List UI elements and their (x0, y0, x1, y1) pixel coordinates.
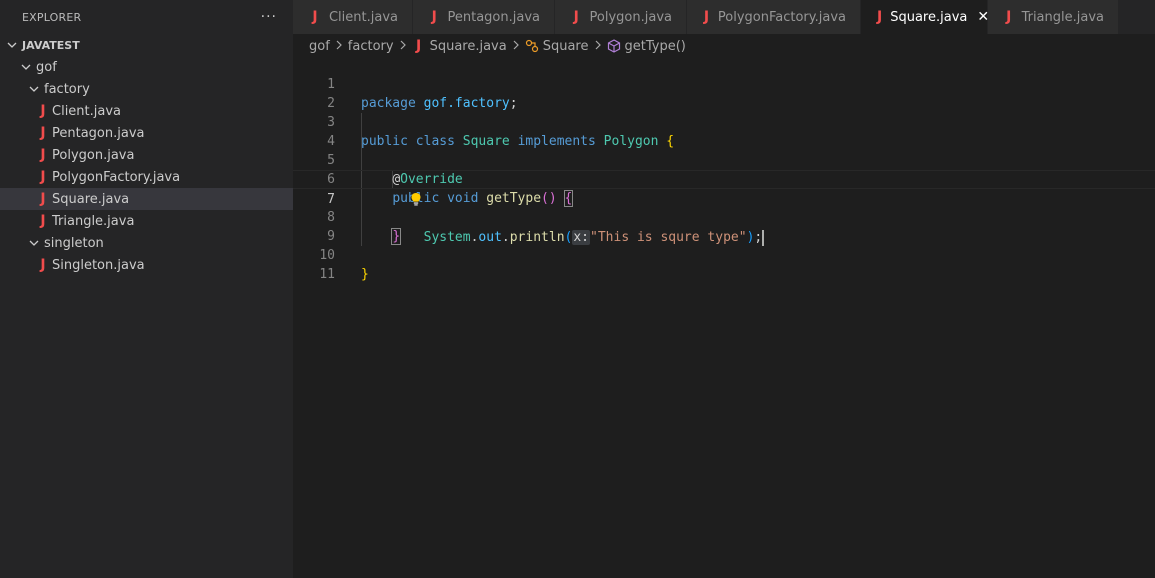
tab-label: Polygon.java (589, 9, 672, 25)
java-file-icon: J (703, 9, 710, 25)
file-label: Singleton.java (52, 257, 145, 273)
file-client[interactable]: J Client.java (0, 100, 293, 122)
java-file-icon: J (40, 103, 46, 119)
chevron-down-icon (28, 237, 40, 249)
file-polygonfactory[interactable]: J PolygonFactory.java (0, 166, 293, 188)
code-line-current: 7 System.out.println(x:"This is squre ty… (293, 170, 1155, 246)
class-symbol-icon (525, 39, 539, 53)
tab-label: PolygonFactory.java (717, 9, 846, 25)
code-line: 11 (293, 246, 1155, 282)
java-file-icon: J (312, 9, 318, 25)
breadcrumb-file-label: Square.java (429, 38, 507, 54)
tab-polygon[interactable]: J Polygon.java (555, 0, 687, 34)
chevron-right-icon (335, 39, 343, 53)
explorer-header: EXPLORER ··· (0, 0, 293, 34)
breadcrumb-class[interactable]: Square (525, 39, 589, 54)
folder-singleton[interactable]: singleton (0, 232, 293, 254)
breadcrumb-gof[interactable]: gof (309, 39, 330, 54)
chevron-right-icon (512, 39, 520, 53)
file-square[interactable]: J Square.java (0, 188, 293, 210)
file-label: PolygonFactory.java (52, 169, 181, 185)
chevron-down-icon (28, 83, 40, 95)
code-line: 5 @Override (293, 132, 1155, 187)
more-actions-icon[interactable]: ··· (261, 9, 277, 25)
code-line: 8 } (293, 189, 1155, 245)
java-file-icon: J (40, 213, 46, 229)
java-file-icon: J (40, 125, 46, 141)
java-file-icon: J (40, 257, 46, 273)
breadcrumb-method[interactable]: getType() (607, 39, 686, 54)
code-line: 9 (293, 208, 1155, 244)
tab-label: Client.java (328, 9, 398, 25)
tab-label: Pentagon.java (447, 9, 541, 25)
code-line: 4 (293, 113, 1155, 149)
line-number: 11 (319, 267, 335, 282)
tab-client[interactable]: J Client.java (293, 0, 413, 34)
file-label: Triangle.java (52, 213, 135, 229)
folder-label: singleton (44, 235, 104, 251)
file-label: Client.java (52, 103, 122, 119)
file-singleton[interactable]: J Singleton.java (0, 254, 293, 276)
java-file-icon: J (40, 191, 46, 207)
method-cube-icon (607, 39, 621, 53)
code-token: } (361, 267, 369, 282)
explorer-title: EXPLORER (22, 10, 82, 24)
file-label: Polygon.java (52, 147, 135, 163)
folder-label: gof (36, 59, 57, 75)
explorer-sidebar: EXPLORER ··· JAVATEST gof factory J Clie… (0, 0, 293, 578)
breadcrumb-class-label: Square (542, 38, 589, 54)
java-file-icon: J (1006, 9, 1012, 25)
breadcrumb-factory[interactable]: factory (348, 39, 394, 54)
code-line: 3 public class Square implements Polygon… (293, 94, 1155, 149)
chevron-down-icon (20, 61, 32, 73)
java-file-icon: J (40, 169, 46, 185)
editor-tabs: J Client.java J Pentagon.java J Polygon.… (293, 0, 1155, 34)
code-line: 6 public void getType() { (293, 151, 1155, 207)
chevron-right-icon (594, 39, 602, 53)
chevron-right-icon (399, 39, 407, 53)
tab-pentagon[interactable]: J Pentagon.java (413, 0, 555, 34)
chevron-down-icon (6, 39, 18, 51)
file-polygon[interactable]: J Polygon.java (0, 144, 293, 166)
folder-label: factory (44, 81, 90, 97)
breadcrumb: gof factory J Square.java Square getType… (309, 36, 686, 56)
code-line: 2 (293, 75, 1155, 111)
breadcrumb-file[interactable]: J Square.java (412, 38, 507, 54)
file-label: Pentagon.java (52, 125, 145, 141)
file-label: Square.java (52, 191, 130, 207)
project-folder-header[interactable]: JAVATEST (0, 34, 293, 56)
folder-factory[interactable]: factory (0, 78, 293, 100)
tab-triangle[interactable]: J Triangle.java (988, 0, 1119, 34)
java-file-icon: J (40, 147, 46, 163)
project-name: JAVATEST (22, 38, 80, 52)
java-file-icon: J (877, 9, 883, 25)
code-line: 1 package gof.factory; (293, 56, 1155, 111)
tab-polygonfactory[interactable]: J PolygonFactory.java (687, 0, 861, 34)
code-editor[interactable]: 1 package gof.factory; 2 3 public class … (293, 56, 1155, 578)
folder-gof[interactable]: gof (0, 56, 293, 78)
file-triangle[interactable]: J Triangle.java (0, 210, 293, 232)
tab-label: Square.java (890, 9, 968, 25)
java-file-icon: J (573, 9, 579, 25)
tab-square[interactable]: J Square.java ✕ (861, 0, 989, 34)
java-file-icon: J (431, 9, 437, 25)
tab-label: Triangle.java (1021, 9, 1104, 25)
code-line: 10 } (293, 227, 1155, 282)
file-pentagon[interactable]: J Pentagon.java (0, 122, 293, 144)
breadcrumb-method-label: getType() (624, 38, 686, 54)
java-file-icon: J (415, 38, 422, 54)
